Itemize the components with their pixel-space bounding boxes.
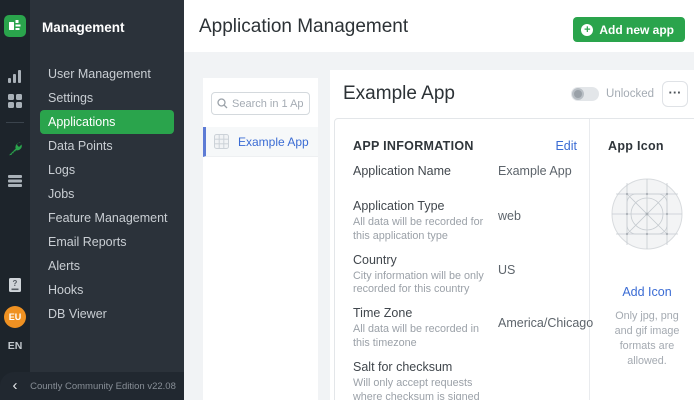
field-application-type: Application Type All data will be record… xyxy=(353,199,577,244)
field-description: City information will be only recorded f… xyxy=(353,270,498,298)
app-information-card: APP INFORMATION Edit Application Name Ex… xyxy=(334,118,694,400)
management-wrench-icon[interactable] xyxy=(6,140,24,158)
icon-rail: ? EU EN xyxy=(0,0,30,400)
app-list-item-label: Example App xyxy=(238,135,309,149)
app-detail-title: Example App xyxy=(343,83,455,105)
sidebar-item-alerts[interactable]: Alerts xyxy=(40,254,174,278)
field-value: Example App xyxy=(498,164,572,178)
app-thumbnail-grid-icon xyxy=(214,134,229,149)
edit-link[interactable]: Edit xyxy=(555,139,577,153)
field-value: US xyxy=(498,253,515,298)
field-label: Application Type xyxy=(353,199,498,213)
plugins-grid-icon[interactable] xyxy=(7,93,23,109)
analytics-bar-chart-icon[interactable] xyxy=(7,68,23,84)
version-label: Countly Community Edition v22.08 xyxy=(30,381,184,392)
user-avatar[interactable]: EU xyxy=(4,306,26,328)
sidebar-menu: User Management Settings Applications Da… xyxy=(30,62,184,326)
app-search-input[interactable] xyxy=(232,98,304,110)
page-title: Application Management xyxy=(199,16,408,38)
app-icon-title: App Icon xyxy=(608,139,686,153)
search-icon xyxy=(217,98,228,109)
detail-header-controls: Unlocked ··· xyxy=(571,81,688,107)
sidebar-item-applications[interactable]: Applications xyxy=(40,110,174,134)
field-description: All data will be recorded for this appli… xyxy=(353,216,498,244)
field-description: Will only accept requests where checksum… xyxy=(353,377,498,400)
more-options-button[interactable]: ··· xyxy=(662,81,688,107)
plus-icon: + xyxy=(581,24,593,36)
sidebar-item-feature-management[interactable]: Feature Management xyxy=(40,206,174,230)
field-salt-for-checksum: Salt for checksum Will only accept reque… xyxy=(353,360,577,400)
logs-server-icon[interactable] xyxy=(7,173,23,189)
app-information-section: APP INFORMATION Edit Application Name Ex… xyxy=(335,119,590,400)
svg-text:?: ? xyxy=(13,279,18,288)
page-header: Application Management + Add new app xyxy=(184,0,694,52)
icon-format-note: Only jpg, png and gif image formats are … xyxy=(608,309,686,369)
sidebar-item-email-reports[interactable]: Email Reports xyxy=(40,230,174,254)
lock-toggle[interactable] xyxy=(571,87,599,101)
add-icon-link[interactable]: Add Icon xyxy=(608,285,686,299)
sidebar-item-hooks[interactable]: Hooks xyxy=(40,278,174,302)
sidebar-item-jobs[interactable]: Jobs xyxy=(40,182,174,206)
field-country: Country City information will be only re… xyxy=(353,253,577,298)
field-application-name: Application Name Example App xyxy=(353,164,577,178)
app-information-title: APP INFORMATION xyxy=(353,139,474,153)
field-label: Time Zone xyxy=(353,306,498,320)
main-area: Application Management + Add new app Exa… xyxy=(184,0,694,400)
field-description: All data will be recorded in this timezo… xyxy=(353,323,498,351)
field-time-zone: Time Zone All data will be recorded in t… xyxy=(353,306,577,351)
app-icon-placeholder[interactable] xyxy=(608,177,686,251)
field-value: America/Chicago xyxy=(498,306,593,351)
app-search-box xyxy=(211,92,310,115)
lock-toggle-knob xyxy=(572,88,584,100)
app-detail-panel: Example App Unlocked ··· APP INFORMATION… xyxy=(330,70,694,400)
app-detail-header: Example App Unlocked ··· xyxy=(330,70,694,118)
field-label: Salt for checksum xyxy=(353,360,498,374)
sidebar-item-logs[interactable]: Logs xyxy=(40,158,174,182)
field-label: Country xyxy=(353,253,498,267)
management-sidebar: Management User Management Settings Appl… xyxy=(30,0,184,400)
add-new-app-button[interactable]: + Add new app xyxy=(573,17,685,42)
app-list-panel: Example App xyxy=(203,78,318,400)
sidebar-title: Management xyxy=(30,0,184,35)
add-new-app-label: Add new app xyxy=(599,23,674,37)
lock-status-label: Unlocked xyxy=(606,88,654,100)
app-icon-section: App Icon xyxy=(590,119,694,400)
sidebar-item-db-viewer[interactable]: DB Viewer xyxy=(40,302,174,326)
sidebar-item-user-management[interactable]: User Management xyxy=(40,62,174,86)
sidebar-item-settings[interactable]: Settings xyxy=(40,86,174,110)
field-label: Application Name xyxy=(353,164,498,178)
sidebar-item-data-points[interactable]: Data Points xyxy=(40,134,174,158)
help-document-icon[interactable]: ? xyxy=(8,277,22,293)
field-value: web xyxy=(498,199,521,244)
countly-management-app: ? EU EN Management User Management Setti… xyxy=(0,0,694,400)
collapse-sidebar-chevron-icon[interactable]: ‹ xyxy=(0,373,30,399)
sidebar-footer-bar: ‹ Countly Community Edition v22.08 xyxy=(0,372,184,400)
rail-divider xyxy=(6,122,24,123)
language-selector[interactable]: EN xyxy=(8,340,23,352)
app-list-item-example-app[interactable]: Example App xyxy=(203,127,318,157)
countly-logo-icon[interactable] xyxy=(4,15,26,37)
